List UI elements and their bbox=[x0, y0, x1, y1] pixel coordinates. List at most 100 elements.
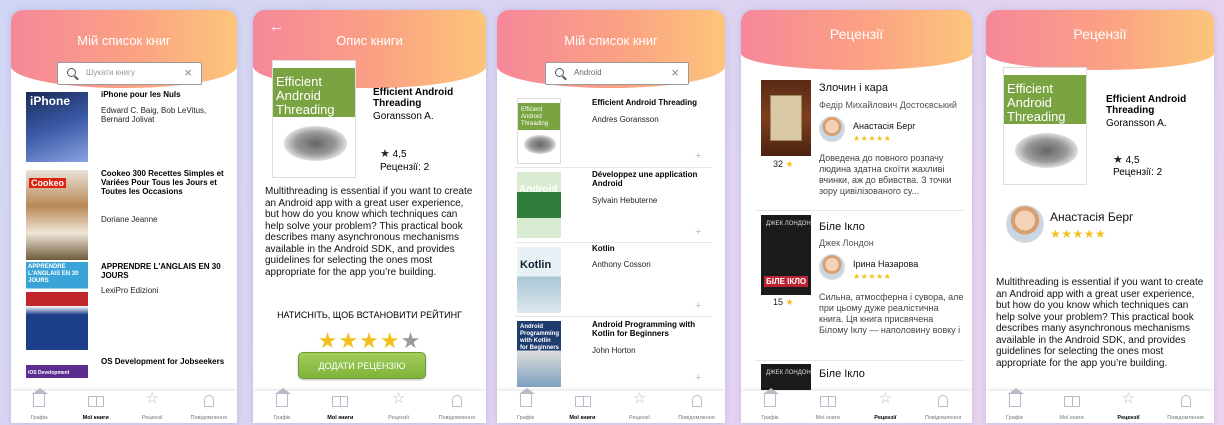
divider bbox=[755, 360, 964, 361]
book-cover: ДЖЕК ЛОНДОН БІЛЕ ІКЛО bbox=[761, 215, 811, 295]
search-input[interactable]: Шукати книгу × bbox=[57, 62, 202, 85]
review-text: Сильна, атмосферна і сувора, але при цьо… bbox=[819, 292, 964, 335]
review-text: Доведена до повного розпачу людина здатн… bbox=[819, 153, 952, 196]
header: Рецензії bbox=[986, 10, 1214, 70]
nav-my-books[interactable]: Мої книги bbox=[1043, 391, 1100, 423]
star-icon: ☆ bbox=[632, 390, 647, 407]
rating-stars[interactable]: ★★★★★ bbox=[253, 328, 486, 354]
nav-reviews[interactable]: ☆ Рецензії bbox=[370, 391, 428, 423]
divider bbox=[515, 167, 711, 168]
nav-reviews[interactable]: ☆ Рецензії bbox=[857, 391, 915, 423]
book-icon bbox=[1063, 396, 1080, 407]
star-icon: ☆ bbox=[391, 390, 406, 407]
book-icon bbox=[819, 396, 836, 407]
star-icon[interactable]: ★ bbox=[380, 328, 401, 353]
book-author: John Horton bbox=[592, 346, 636, 355]
nav-my-books[interactable]: Мої книги bbox=[554, 391, 611, 423]
add-icon[interactable]: + bbox=[695, 226, 701, 238]
search-icon bbox=[67, 68, 76, 77]
nav-schedule[interactable]: Графік bbox=[11, 388, 68, 423]
nav-schedule[interactable]: Графік bbox=[253, 388, 311, 423]
book-cover: ДЖЕК ЛОНДОН bbox=[761, 364, 811, 390]
search-placeholder: Шукати книгу bbox=[86, 68, 135, 77]
book-title: iPhone pour les Nuls bbox=[101, 90, 181, 99]
home-icon bbox=[275, 388, 292, 407]
add-icon[interactable]: + bbox=[695, 372, 701, 384]
bottom-nav: Графік Мої книги ☆ Рецензії Повідомлення bbox=[497, 388, 725, 423]
bottom-nav: Графік Мої книги ☆ Рецензії Повідомлення bbox=[741, 388, 972, 423]
divider bbox=[515, 242, 711, 243]
reviews-count[interactable]: Рецензії: 2 bbox=[1113, 167, 1162, 178]
book-title: Біле Ікло bbox=[819, 368, 865, 380]
book-cover: Cookeo bbox=[26, 170, 88, 260]
nav-notifications[interactable]: Повідомлення bbox=[668, 391, 725, 423]
page-title: Опис книги bbox=[336, 33, 403, 48]
page-title: Рецензії bbox=[829, 26, 884, 42]
nav-schedule[interactable]: Графік bbox=[986, 388, 1043, 423]
nav-my-books[interactable]: Мої книги bbox=[311, 391, 369, 423]
divider bbox=[755, 210, 964, 211]
book-author: Джек Лондон bbox=[819, 238, 874, 248]
book-author: Edward C. Baig, Bob LeVitus, Bernard Jol… bbox=[101, 106, 207, 124]
book-cover: Efficient Android Threading bbox=[272, 60, 356, 178]
book-title: Злочин і кара bbox=[819, 82, 888, 94]
book-cover bbox=[761, 80, 811, 156]
star-icon[interactable]: ★ bbox=[359, 328, 380, 353]
book-cover: APPRENDRE L'ANGLAIS EN 30 JOURS bbox=[26, 262, 88, 350]
nav-my-books[interactable]: Мої книги bbox=[799, 391, 857, 423]
nav-reviews[interactable]: ☆ Рецензії bbox=[611, 391, 668, 423]
star-icon[interactable]: ★ bbox=[338, 328, 359, 353]
review-stars: ★★★★★ bbox=[1050, 227, 1107, 241]
clear-icon[interactable]: × bbox=[671, 65, 679, 80]
nav-reviews[interactable]: ☆ Рецензії bbox=[124, 391, 181, 423]
add-review-button[interactable]: ДОДАТИ РЕЦЕНЗІЮ bbox=[298, 352, 426, 379]
book-author: Andres Goransson bbox=[592, 115, 659, 124]
nav-notifications[interactable]: Повідомлення bbox=[1157, 391, 1214, 423]
book-icon bbox=[87, 396, 104, 407]
add-icon[interactable]: + bbox=[695, 300, 701, 312]
book-cover: Efficient Android Threading bbox=[1003, 67, 1087, 185]
clear-icon[interactable]: × bbox=[184, 65, 192, 80]
avatar bbox=[819, 254, 845, 280]
search-input[interactable]: Android × bbox=[545, 62, 689, 85]
nav-reviews[interactable]: ☆ Рецензії bbox=[1100, 391, 1157, 423]
book-icon bbox=[332, 396, 349, 407]
reviewer-name: Анастасія Берг bbox=[853, 121, 916, 131]
home-icon bbox=[1007, 388, 1024, 407]
nav-schedule[interactable]: Графік bbox=[741, 388, 799, 423]
screen-search-results: Мій список книг Android × Efficient Andr… bbox=[497, 10, 725, 423]
star-icon: ☆ bbox=[1121, 390, 1136, 407]
add-icon[interactable]: + bbox=[695, 150, 701, 162]
book-title: Kotlin bbox=[592, 244, 615, 253]
book-icon bbox=[574, 396, 591, 407]
screen-review-details: Рецензії Efficient Android Threading Eff… bbox=[986, 10, 1214, 423]
book-title: Efficient Android Threading bbox=[1106, 94, 1187, 116]
nav-notifications[interactable]: Повідомлення bbox=[914, 391, 972, 423]
book-cover: Kotlin bbox=[517, 247, 561, 313]
star-icon: ★ bbox=[380, 148, 390, 160]
book-title: Efficient Android Threading bbox=[373, 87, 454, 109]
nav-schedule[interactable]: Графік bbox=[497, 388, 554, 423]
book-title: Développez une application Android bbox=[592, 170, 698, 188]
bell-icon bbox=[938, 395, 949, 407]
set-rating-label: НАТИСНІТЬ, ЩОБ ВСТАНОВИТИ РЕЙТИНГ bbox=[277, 310, 462, 320]
nav-my-books[interactable]: Мої книги bbox=[68, 391, 125, 423]
header: Рецензії bbox=[741, 10, 972, 70]
nav-notifications[interactable]: Повідомлення bbox=[181, 391, 238, 423]
book-author: Sylvain Hebuterne bbox=[592, 196, 658, 205]
book-title: Біле Ікло bbox=[819, 221, 865, 233]
book-author: Федір Михайлович Достоєвський bbox=[819, 100, 957, 110]
reviews-count[interactable]: Рецензії: 2 bbox=[380, 162, 429, 173]
review-count: 32 ★ bbox=[773, 159, 794, 169]
book-author: Doriane Jeanne bbox=[101, 215, 158, 224]
star-icon: ☆ bbox=[878, 390, 893, 407]
book-title: APPRENDRE L'ANGLAIS EN 30 JOURS bbox=[101, 262, 221, 280]
star-icon: ★ bbox=[1113, 154, 1123, 166]
star-icon[interactable]: ★ bbox=[318, 328, 339, 353]
book-description: Multithreading is essential if you want … bbox=[265, 186, 473, 278]
nav-notifications[interactable]: Повідомлення bbox=[428, 391, 486, 423]
star-icon[interactable]: ★ bbox=[401, 328, 422, 353]
search-value[interactable]: Android bbox=[574, 68, 602, 77]
bell-icon bbox=[1180, 395, 1191, 407]
book-title: OS Development for Jobseekers bbox=[101, 357, 225, 366]
